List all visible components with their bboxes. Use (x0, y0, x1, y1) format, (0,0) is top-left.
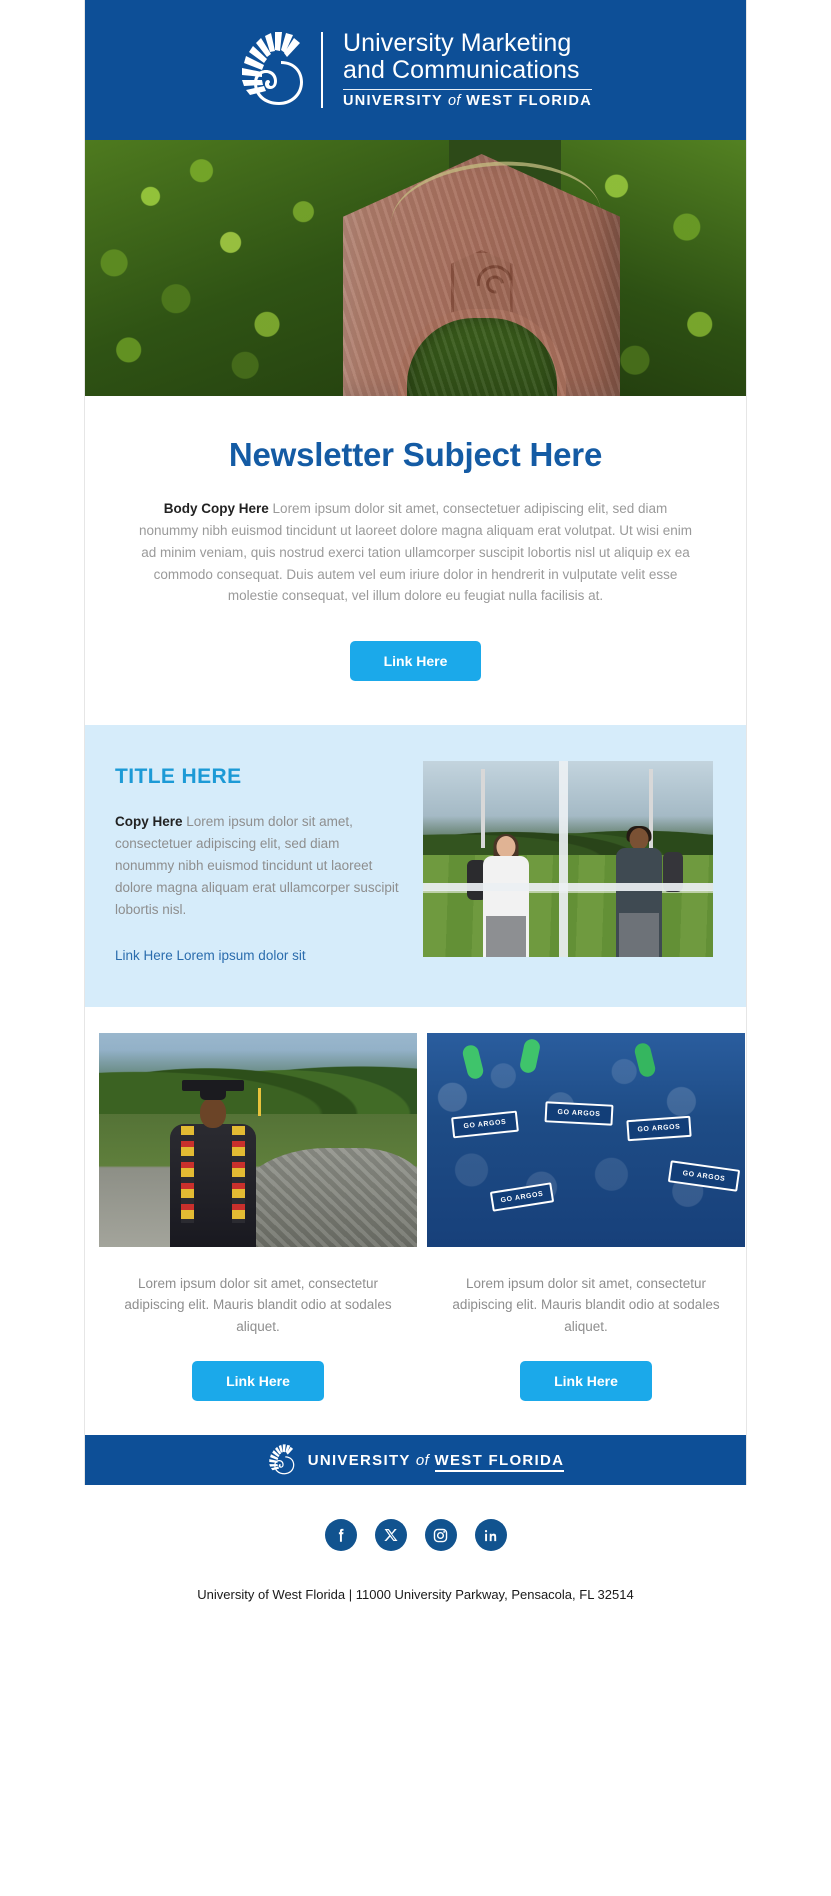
feature-link[interactable]: Link Here Lorem ipsum dolor sit (115, 948, 306, 963)
pom-pom (461, 1043, 486, 1081)
head (629, 827, 649, 850)
instagram-icon[interactable] (424, 1519, 457, 1552)
feature-body: Lorem ipsum dolor sit amet, consectetuer… (115, 814, 399, 917)
legs (486, 915, 527, 958)
go-argos-sign: GO ARGOS (626, 1115, 692, 1142)
logo-underline (342, 89, 593, 91)
intro-section: Newsletter Subject Here Body Copy Here L… (85, 396, 746, 725)
nautilus-logo-icon (268, 1444, 295, 1475)
column-link-button[interactable]: Link Here (520, 1361, 652, 1402)
logo-text-block: University Marketing and Communications … (342, 29, 593, 110)
go-argos-sign: GO ARGOS (667, 1160, 740, 1193)
column-graduate: Lorem ipsum dolor sit amet, consectetur … (99, 1032, 417, 1436)
go-argos-sign: GO ARGOS (451, 1110, 520, 1139)
nautilus-logo-icon (241, 32, 303, 105)
email-newsletter: University Marketing and Communications … (0, 0, 831, 1649)
graduate-photo (99, 1032, 417, 1247)
hero-crest-spiral-icon (469, 258, 513, 309)
intro-paragraph: Body Copy Here Lorem ipsum dolor sit ame… (117, 498, 714, 607)
feature-photo (423, 761, 713, 958)
column-crowd: GO ARGOS GO ARGOS GO ARGOS GO ARGOS GO A… (427, 1032, 745, 1436)
email-body: University Marketing and Communications … (84, 0, 747, 1486)
hero-image (85, 140, 746, 396)
feature-photo-window-sill (423, 882, 713, 891)
graduation-cap (182, 1079, 245, 1091)
logo-line-2: and Communications (342, 56, 580, 85)
page-title: Newsletter Subject Here (228, 436, 603, 473)
logo-line-1: University Marketing (342, 29, 572, 58)
legs (619, 913, 660, 958)
graduate-figure (159, 1079, 267, 1247)
intro-link-button[interactable]: Link Here (349, 641, 482, 682)
logo-university-line: UNIVERSITY of WEST FLORIDA (342, 93, 593, 110)
feature-text-column: TITLE HERE Copy Here Lorem ipsum dolor s… (115, 761, 401, 964)
column-caption: Lorem ipsum dolor sit amet, consectetur … (452, 1275, 720, 1334)
go-argos-sign: GO ARGOS (489, 1181, 554, 1212)
hero-archway (397, 309, 566, 396)
graduate-face (200, 1097, 227, 1128)
intro-cta-wrapper: Link Here (117, 641, 714, 682)
x-twitter-icon[interactable] (374, 1519, 407, 1552)
facebook-icon[interactable] (324, 1519, 357, 1552)
intro-lead: Body Copy Here (163, 501, 269, 516)
feature-title: TITLE HERE (115, 765, 242, 789)
email-header: University Marketing and Communications … (85, 0, 746, 140)
column-link-button[interactable]: Link Here (192, 1361, 324, 1402)
logo-university-word: UNIVERSITY (342, 93, 443, 110)
social-links (0, 1485, 831, 1552)
linkedin-icon[interactable] (474, 1519, 507, 1552)
logo-divider (320, 32, 323, 108)
pom-pom (633, 1041, 657, 1079)
feature-paragraph: Copy Here Lorem ipsum dolor sit amet, co… (115, 811, 401, 920)
footer-westflorida-word: WEST FLORIDA (434, 1451, 565, 1472)
logo-westflorida-word: WEST FLORIDA (466, 93, 593, 110)
kente-stole-right (232, 1125, 246, 1224)
logo-of-word: of (448, 93, 461, 110)
uwf-marketing-logo[interactable]: University Marketing and Communications … (239, 29, 593, 110)
feature-photo-student-left (467, 833, 543, 958)
column-cta-wrapper: Link Here (99, 1361, 417, 1402)
bottom-spacer (0, 1602, 831, 1649)
footer-university-word: UNIVERSITY (307, 1451, 411, 1469)
footer-wordmark: UNIVERSITY of WEST FLORIDA (307, 1451, 565, 1472)
graduation-tassel (258, 1087, 262, 1116)
feature-photo-student-right (597, 825, 684, 958)
hero-crest (450, 250, 513, 328)
head (496, 835, 516, 858)
column-cta-wrapper: Link Here (427, 1361, 745, 1402)
two-column-section: Lorem ipsum dolor sit amet, consectetur … (85, 1032, 746, 1436)
intro-body: Lorem ipsum dolor sit amet, consectetuer… (138, 501, 693, 604)
go-argos-sign: GO ARGOS (544, 1101, 614, 1126)
footer-address: University of West Florida | 11000 Unive… (0, 1551, 831, 1603)
section-spacer (85, 1006, 746, 1033)
kente-stole-left (181, 1125, 195, 1224)
pom-pom (519, 1037, 542, 1075)
footer-logo-bar: UNIVERSITY of WEST FLORIDA (85, 1435, 746, 1486)
feature-photo-window-mullion (559, 761, 569, 958)
column-caption: Lorem ipsum dolor sit amet, consectetur … (124, 1275, 392, 1334)
crowd-photo: GO ARGOS GO ARGOS GO ARGOS GO ARGOS GO A… (427, 1032, 745, 1247)
footer-of-word: of (415, 1451, 430, 1469)
feature-section: TITLE HERE Copy Here Lorem ipsum dolor s… (85, 725, 746, 1007)
feature-lead: Copy Here (115, 814, 183, 830)
